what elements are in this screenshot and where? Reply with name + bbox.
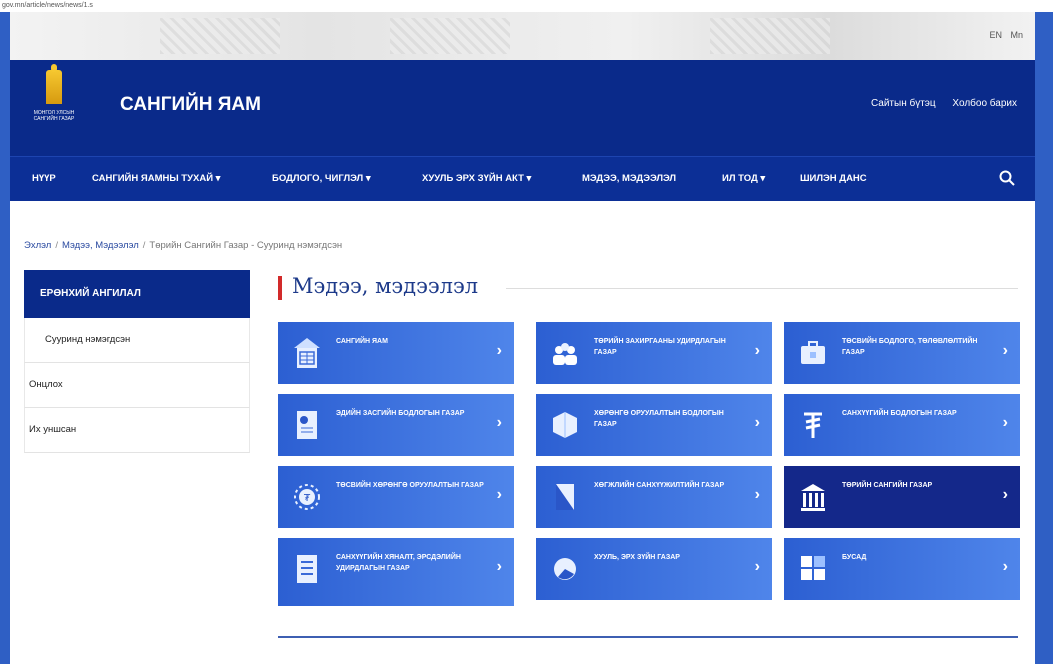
sidebar-item-recent[interactable]: Сууринд нэмэгдсэн: [24, 318, 250, 363]
tile-label: ХӨГЖЛИЙН САНХҮҮЖИЛТИЙН ГАЗАР: [594, 482, 725, 489]
tile-label: ХУУЛЬ, ЭРХ ЗҮЙН ГАЗАР: [594, 554, 680, 561]
chevron-right-icon: ›: [496, 342, 502, 359]
site-logo[interactable]: МОНГОЛ УЛСЫН САНГИЙН ГАЗАР: [24, 64, 84, 136]
tile-admin[interactable]: ТӨРИЙН ЗАХИРГААНЫ УДИРДЛАГЫН ГАЗАР ›: [536, 322, 772, 384]
divider: [506, 288, 1018, 289]
tile-label: САНГИЙН ЯАМ: [336, 338, 388, 345]
sitemap-link[interactable]: Сайтын бүтэц: [871, 98, 936, 109]
site-header: МОНГОЛ УЛСЫН САНГИЙН ГАЗАР САНГИЙН ЯАМ С…: [10, 60, 1035, 201]
utility-links: Сайтын бүтэц Холбоо барих: [857, 98, 1017, 109]
tile-ministry[interactable]: САНГИЙН ЯАМ ›: [278, 322, 514, 384]
people-icon: [553, 343, 577, 365]
tugrik-icon: [804, 412, 822, 438]
chevron-right-icon: ›: [1002, 342, 1008, 359]
chevron-right-icon: ›: [496, 558, 502, 575]
tile-treasury[interactable]: ТӨРИЙН САНГИЙН ГАЗАР ›: [784, 466, 1020, 528]
logo-text: МОНГОЛ УЛСЫН САНГИЙН ГАЗАР: [33, 110, 75, 122]
tile-legal[interactable]: ХУУЛЬ, ЭРХ ЗҮЙН ГАЗАР ›: [536, 538, 772, 600]
chevron-right-icon: ›: [1002, 558, 1008, 575]
tile-label: ТӨРИЙН ЗАХИРГААНЫ УДИРДЛАГЫН ГАЗАР: [594, 338, 726, 356]
top-banner: EN Mn: [10, 12, 1035, 60]
globe-icon: [554, 558, 576, 580]
cube-icon: [553, 412, 577, 438]
banner-decoration: [160, 18, 280, 54]
accent-bar: [278, 276, 282, 300]
breadcrumb: Эхлэл / Мэдээ, Мэдээлэл / Төрийн Сангийн Газ…: [24, 240, 343, 251]
nav-about[interactable]: САНГИЙН ЯАМНЫ ТУХАЙ ▾: [92, 157, 220, 201]
lang-en-link[interactable]: EN: [989, 30, 1002, 40]
tile-development-finance[interactable]: ХӨГЖЛИЙН САНХҮҮЖИЛТИЙН ГАЗАР ›: [536, 466, 772, 528]
language-switcher: EN Mn: [983, 30, 1023, 40]
nav-policy[interactable]: БОДЛОГО, ЧИГЛЭЛ ▾: [272, 157, 371, 201]
chevron-right-icon: ›: [754, 558, 760, 575]
main-content: Мэдээ, мэдээлэл САНГИЙН ЯАМ › ТӨРИЙН ЗАХ…: [278, 270, 1020, 606]
tile-label: ХӨРӨНГӨ ОРУУЛАЛТЫН БОДЛОГЫН ГАЗАР: [594, 410, 724, 428]
grid-icon: [801, 556, 825, 580]
tile-budget-investment[interactable]: ₮ ТӨСВИЙН ХӨРӨНГӨ ОРУУЛАЛТЫН ГАЗАР ›: [278, 466, 514, 528]
tile-label: ТӨРИЙН САНГИЙН ГАЗАР: [842, 482, 933, 489]
site-title[interactable]: САНГИЙН ЯАМ: [120, 94, 261, 116]
chevron-right-icon: ›: [754, 486, 760, 503]
tile-label: ЭДИЙН ЗАСГИЙН БОДЛОГЫН ГАЗАР: [336, 410, 465, 417]
breadcrumb-current: Төрийн Сангийн Газар - Сууринд нэмэгдсэн: [149, 240, 343, 251]
section-header: Мэдээ, мэдээлэл: [278, 270, 1018, 310]
nav-news[interactable]: МЭДЭЭ, МЭДЭЭЛЭЛ: [582, 157, 676, 201]
chevron-right-icon: ›: [1002, 414, 1008, 431]
tile-budget-policy[interactable]: ТӨСВИЙН БОДЛОГО, ТӨЛӨВЛӨЛТИЙН ГАЗАР ›: [784, 322, 1020, 384]
columns-icon: [801, 484, 825, 511]
tile-label: САНХҮҮГИЙН ХЯНАЛТ, ЭРСДЭЛИЙН УДИРДЛАГЫН …: [336, 554, 461, 572]
nav-law[interactable]: ХУУЛЬ ЭРХ ЗҮЙН АКТ ▾: [422, 157, 531, 201]
sidebar-heading: ЕРӨНХИЙ АНГИЛАЛ: [24, 270, 250, 318]
breadcrumb-section[interactable]: Мэдээ, Мэдээлэл: [62, 240, 139, 251]
building-icon: [294, 338, 320, 368]
banner-decoration: [390, 18, 510, 54]
briefcase-icon: [801, 341, 825, 364]
tile-financial-control[interactable]: САНХҮҮГИЙН ХЯНАЛТ, ЭРСДЭЛИЙН УДИРДЛАГЫН …: [278, 538, 514, 606]
tile-financial-policy[interactable]: САНХҮҮГИЙН БОДЛОГЫН ГАЗАР ›: [784, 394, 1020, 456]
chevron-right-icon: ›: [754, 414, 760, 431]
gear-tugrik-icon: ₮: [294, 484, 320, 510]
nav-glass-account[interactable]: ШИЛЭН ДАНС: [800, 157, 867, 201]
tile-label: ТӨСВИЙН БОДЛОГО, ТӨЛӨВЛӨЛТИЙН ГАЗАР: [842, 338, 978, 356]
breadcrumb-home[interactable]: Эхлэл: [24, 240, 51, 251]
chevron-right-icon: ›: [496, 486, 502, 503]
tile-other[interactable]: БУСАД ›: [784, 538, 1020, 600]
tile-label: БУСАД: [842, 554, 867, 561]
chevron-right-icon: ›: [754, 342, 760, 359]
sidebar-item-featured[interactable]: Онцлох: [24, 363, 250, 408]
tile-investment-policy[interactable]: ХӨРӨНГӨ ОРУУЛАЛТЫН БОДЛОГЫН ГАЗАР ›: [536, 394, 772, 456]
list-icon: [297, 555, 317, 583]
nav-home[interactable]: НҮҮР: [32, 157, 56, 201]
section-title: Мэдээ, мэдээлэл: [292, 274, 479, 298]
tile-label: ТӨСВИЙН ХӨРӨНГӨ ОРУУЛАЛТЫН ГАЗАР: [336, 482, 484, 489]
sidebar: ЕРӨНХИЙ АНГИЛАЛ Сууринд нэмэгдсэн Онцлох…: [24, 270, 250, 453]
address-bar[interactable]: gov.mn/article/news/news/1.s: [0, 0, 1053, 12]
chevron-right-icon: ›: [1002, 486, 1008, 503]
search-icon[interactable]: [999, 170, 1015, 186]
banner-decoration: [710, 18, 830, 54]
chart-doc-icon: [297, 411, 317, 439]
contact-link[interactable]: Холбоо барих: [952, 98, 1017, 109]
lang-mn-link[interactable]: Mn: [1010, 30, 1023, 40]
chevron-right-icon: ›: [496, 414, 502, 431]
page: EN Mn МОНГОЛ УЛСЫН САНГИЙН ГАЗАР САНГИЙН…: [10, 12, 1035, 664]
svg-text:₮: ₮: [304, 493, 311, 504]
tile-economic-policy[interactable]: ЭДИЙН ЗАСГИЙН БОДЛОГЫН ГАЗАР ›: [278, 394, 514, 456]
main-nav: НҮҮР САНГИЙН ЯАМНЫ ТУХАЙ ▾ БОДЛОГО, ЧИГЛ…: [10, 156, 1035, 201]
nav-transparency[interactable]: ИЛ ТОД ▾: [722, 157, 765, 201]
tile-label: САНХҮҮГИЙН БОДЛОГЫН ГАЗАР: [842, 410, 957, 417]
emblem-icon: [46, 64, 62, 104]
document-icon: [556, 484, 574, 510]
sidebar-item-most-read[interactable]: Их уншсан: [24, 408, 250, 453]
footer-divider: [278, 636, 1018, 638]
